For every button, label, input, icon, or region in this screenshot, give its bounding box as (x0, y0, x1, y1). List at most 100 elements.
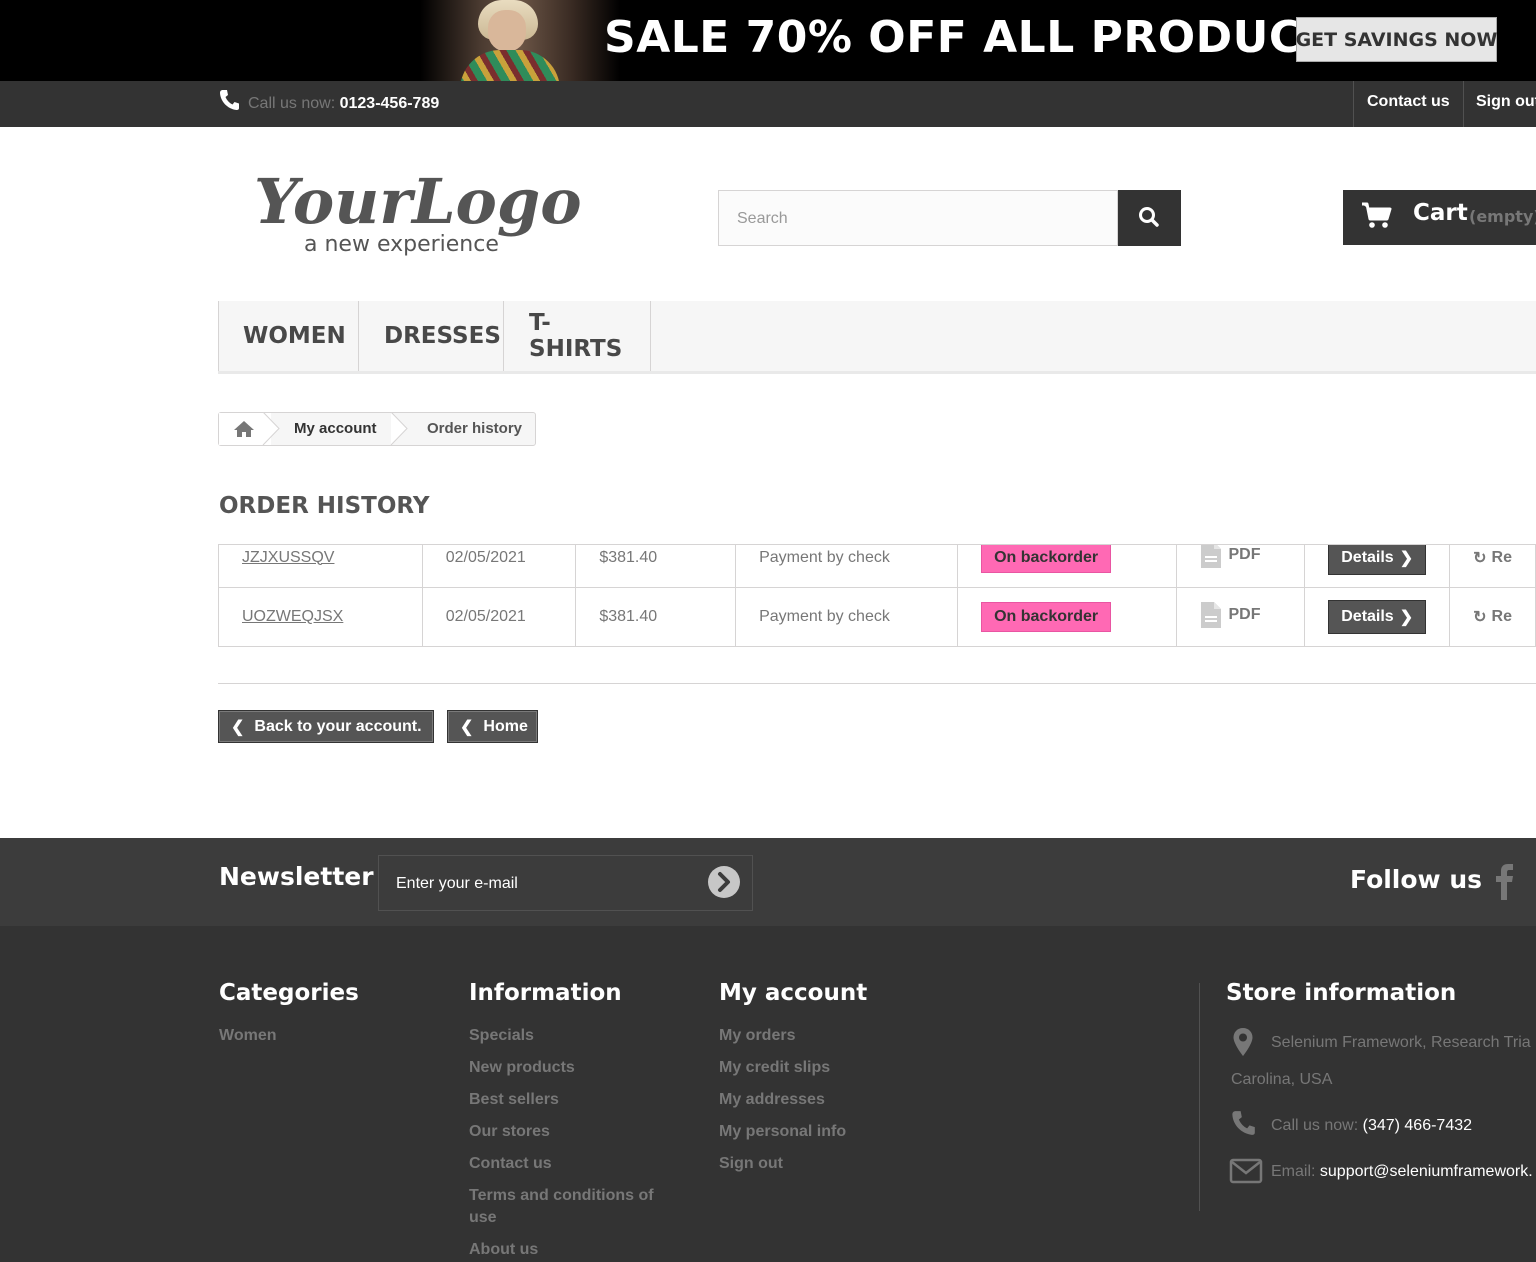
footer-link-best-sellers[interactable]: Best sellers (469, 1091, 559, 1109)
footer-link-women[interactable]: Women (219, 1027, 276, 1045)
footer-divider (1199, 983, 1200, 1211)
topnav-divider (1353, 81, 1354, 127)
footer-link-credit-slips[interactable]: My credit slips (719, 1059, 830, 1077)
footer-link-about-us[interactable]: About us (469, 1241, 538, 1259)
breadcrumb-separator (390, 412, 408, 446)
newsletter-title: Newsletter (219, 862, 374, 891)
status-badge: On backorder (981, 545, 1112, 573)
store-email-text: Email: support@seleniumframework. (1271, 1163, 1533, 1181)
status-badge: On backorder (981, 602, 1112, 632)
footer-my-account-title[interactable]: My account (719, 980, 867, 1006)
reorder-label: Re (1491, 608, 1512, 625)
table-row: JZJXUSSQV 02/05/2021 $381.40 Payment by … (218, 545, 1536, 588)
facebook-icon[interactable] (1495, 862, 1515, 902)
breadcrumb-current: Order history (427, 420, 523, 437)
footer-link-my-orders[interactable]: My orders (719, 1027, 795, 1045)
invoice-pdf-link[interactable]: PDF (1200, 601, 1260, 629)
pdf-label: PDF (1228, 546, 1261, 563)
header-phone-number: 0123-456-789 (339, 95, 440, 112)
banner-headline: SALE 70% OFF ALL PRODUCTS (604, 12, 1365, 63)
follow-us-title: Follow us (1350, 865, 1483, 894)
order-total: $381.40 (575, 545, 737, 588)
footer-link-contact-us[interactable]: Contact us (469, 1155, 552, 1173)
footer-link-new-products[interactable]: New products (469, 1059, 575, 1077)
footer-link-addresses[interactable]: My addresses (719, 1091, 825, 1109)
reorder-link[interactable]: ↻ Re (1473, 548, 1512, 568)
order-payment: Payment by check (735, 545, 959, 588)
menu-item-women[interactable]: WOMEN (218, 301, 359, 371)
cart-status: (empty) (1469, 207, 1536, 226)
store-address-line1: Selenium Framework, Research Tria (1271, 1034, 1531, 1051)
logo-main-text: YourLogo (254, 165, 582, 238)
footer-link-sign-out[interactable]: Sign out (719, 1155, 783, 1173)
order-reference-link[interactable]: UOZWEQJSX (242, 608, 343, 625)
menu-item-dresses[interactable]: DRESSES (359, 301, 504, 371)
promo-banner[interactable]: SALE 70% OFF ALL PRODUCTS GET SAVINGS NO… (0, 0, 1536, 81)
refresh-icon: ↻ (1473, 609, 1487, 626)
table-row: UOZWEQJSX 02/05/2021 $381.40 Payment by … (218, 587, 1536, 647)
get-savings-button[interactable]: GET SAVINGS NOW (1296, 17, 1497, 62)
menu-item-tshirts[interactable]: T-SHIRTS (504, 301, 651, 371)
home-icon (234, 421, 254, 437)
store-logo[interactable]: YourLogo a new experience (250, 155, 610, 265)
chevron-left-icon: ❮ (231, 718, 245, 736)
refresh-icon: ↻ (1473, 549, 1487, 567)
order-reference-link[interactable]: JZJXUSSQV (242, 549, 334, 566)
main-menu: WOMEN DRESSES T-SHIRTS (218, 301, 1536, 374)
back-to-account-label: Back to your account. (254, 717, 422, 735)
chevron-right-icon: ❯ (1399, 549, 1414, 567)
newsletter-box (378, 855, 753, 912)
order-date: 02/05/2021 (421, 587, 577, 647)
cart-label: Cart (1413, 200, 1468, 226)
search-button[interactable] (1118, 190, 1181, 246)
reorder-link[interactable]: ↻ Re (1473, 607, 1512, 627)
footer-link-our-stores[interactable]: Our stores (469, 1123, 550, 1141)
file-icon (1201, 601, 1222, 628)
search-input[interactable] (735, 191, 1119, 247)
back-to-account-button[interactable]: ❮ Back to your account. (218, 710, 434, 743)
banner-model-image (420, 0, 620, 81)
cart-icon (1362, 202, 1392, 228)
footer-categories-title[interactable]: Categories (219, 980, 359, 1006)
breadcrumb-my-account[interactable]: My account (294, 420, 377, 437)
envelope-icon (1229, 1158, 1263, 1184)
footer-link-personal-info[interactable]: My personal info (719, 1123, 846, 1141)
topnav-divider (1463, 81, 1464, 127)
store-phone-number: (347) 466-7432 (1362, 1117, 1473, 1134)
cart-button[interactable]: Cart (empty) (1343, 190, 1536, 245)
logo-tagline: a new experience (304, 232, 499, 257)
footer-link-terms[interactable]: Terms and conditions of (469, 1187, 654, 1205)
store-address-line2: Carolina, USA (1231, 1071, 1333, 1088)
details-button[interactable]: Details ❯ (1328, 600, 1427, 634)
search-box (718, 190, 1119, 247)
home-button[interactable]: ❮ Home (447, 710, 538, 743)
reorder-label: Re (1491, 548, 1512, 566)
order-total: $381.40 (575, 587, 737, 647)
details-label: Details (1341, 608, 1394, 625)
page-title: ORDER HISTORY (219, 493, 430, 519)
breadcrumb-separator (262, 412, 280, 446)
store-call-label: Call us now: (1271, 1117, 1359, 1134)
chevron-right-icon: ❯ (1399, 609, 1414, 626)
newsletter-email-input[interactable] (394, 856, 698, 912)
footer-store-title: Store information (1226, 980, 1457, 1006)
phone-icon (1232, 1111, 1255, 1135)
pdf-label: PDF (1228, 605, 1261, 623)
store-email-link[interactable]: support@seleniumframework. (1320, 1163, 1533, 1180)
newsletter-submit-icon[interactable] (707, 865, 741, 899)
file-icon (1201, 545, 1222, 568)
invoice-pdf-link[interactable]: PDF (1200, 545, 1261, 569)
footer-link-specials[interactable]: Specials (469, 1027, 534, 1045)
order-date: 02/05/2021 (421, 545, 577, 588)
home-button-label: Home (483, 717, 528, 735)
call-us-label: Call us now: (248, 95, 336, 112)
contact-us-link[interactable]: Contact us (1367, 93, 1450, 111)
footer-link-terms-cont[interactable]: use (469, 1209, 497, 1227)
sign-out-link[interactable]: Sign out (1476, 93, 1536, 111)
search-icon (1139, 207, 1159, 227)
footer-information-title: Information (469, 980, 622, 1006)
details-button[interactable]: Details ❯ (1328, 545, 1427, 575)
store-phone-text: Call us now: (347) 466-7432 (1271, 1117, 1472, 1135)
order-history-table: JZJXUSSQV 02/05/2021 $381.40 Payment by … (218, 544, 1536, 647)
chevron-left-icon: ❮ (460, 718, 474, 736)
